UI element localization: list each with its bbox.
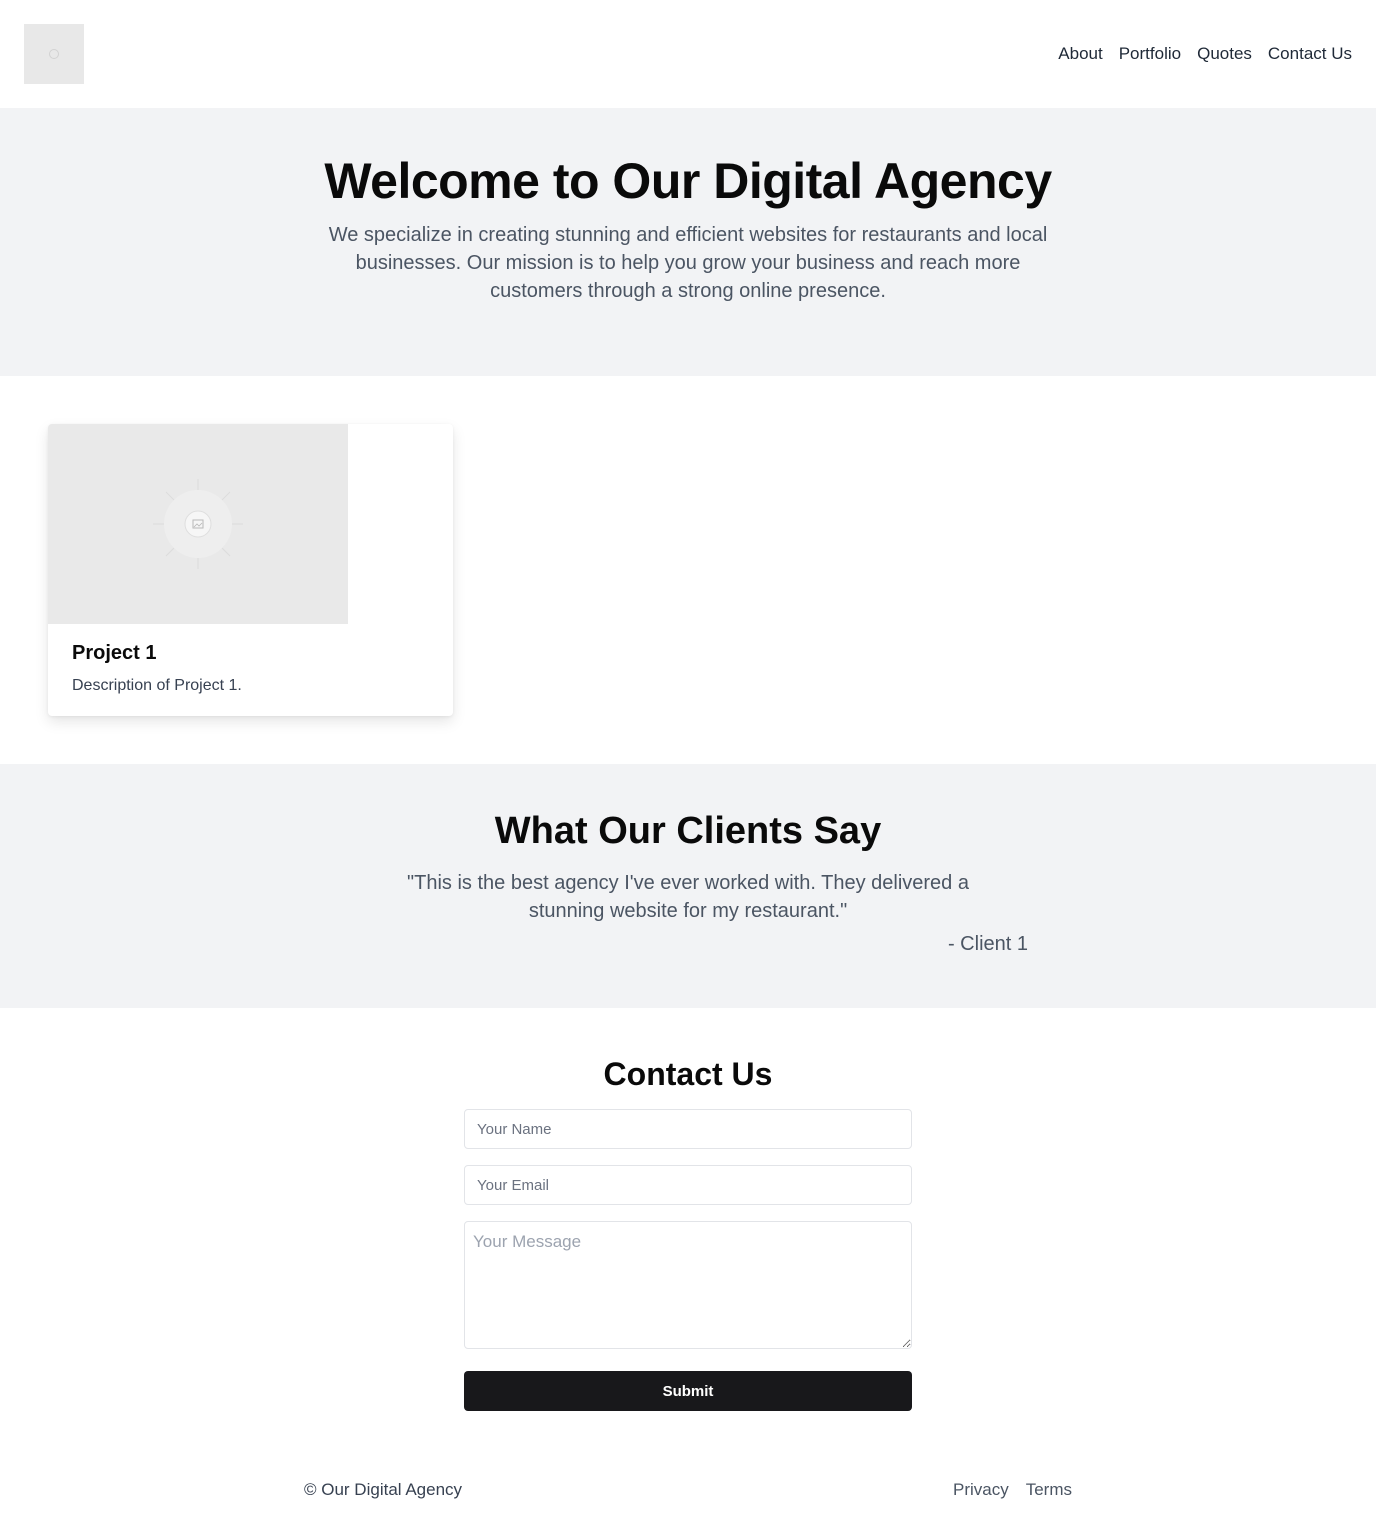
main-nav: About Portfolio Quotes Contact Us (1058, 44, 1352, 64)
message-field[interactable] (464, 1221, 912, 1349)
nav-link-contact[interactable]: Contact Us (1268, 44, 1352, 64)
email-field[interactable] (464, 1165, 912, 1205)
site-header: About Portfolio Quotes Contact Us (0, 0, 1376, 108)
submit-button[interactable]: Submit (464, 1371, 912, 1411)
testimonial-quote: "This is the best agency I've ever worke… (407, 872, 969, 922)
testimonials-title: What Our Clients Say (494, 810, 882, 852)
contact-form: Submit (464, 1109, 912, 1411)
testimonial-author: - Client 1 (947, 933, 1028, 955)
footer-link-terms[interactable]: Terms (1026, 1480, 1072, 1500)
nav-link-portfolio[interactable]: Portfolio (1119, 44, 1181, 64)
name-field[interactable] (464, 1109, 912, 1149)
hero-section: Welcome to Our Digital Agency We special… (0, 108, 1376, 376)
project-image (48, 424, 348, 624)
image-placeholder-icon (153, 479, 243, 569)
project-card[interactable]: Project 1 Description of Project 1. (48, 424, 453, 716)
project-title: Project 1 (72, 642, 157, 664)
footer-link-privacy[interactable]: Privacy (953, 1480, 1009, 1500)
nav-link-quotes[interactable]: Quotes (1197, 44, 1252, 64)
contact-title: Contact Us (603, 1056, 773, 1092)
hero-title: Welcome to Our Digital Agency (324, 153, 1052, 209)
contact-section: Contact Us Submit (0, 1008, 1376, 1454)
image-placeholder-icon (49, 49, 59, 59)
portfolio-section: Project 1 Description of Project 1. (0, 376, 1376, 764)
footer-links: Privacy Terms (953, 1480, 1072, 1500)
hero-description: We specialize in creating stunning and e… (328, 224, 1048, 302)
nav-link-about[interactable]: About (1058, 44, 1102, 64)
project-description: Description of Project 1. (72, 677, 242, 694)
testimonials-section: What Our Clients Say "This is the best a… (0, 764, 1376, 1008)
logo[interactable] (24, 24, 84, 84)
footer-copyright: © Our Digital Agency (304, 1480, 463, 1499)
site-footer: © Our Digital Agency Privacy Terms (304, 1454, 1072, 1530)
